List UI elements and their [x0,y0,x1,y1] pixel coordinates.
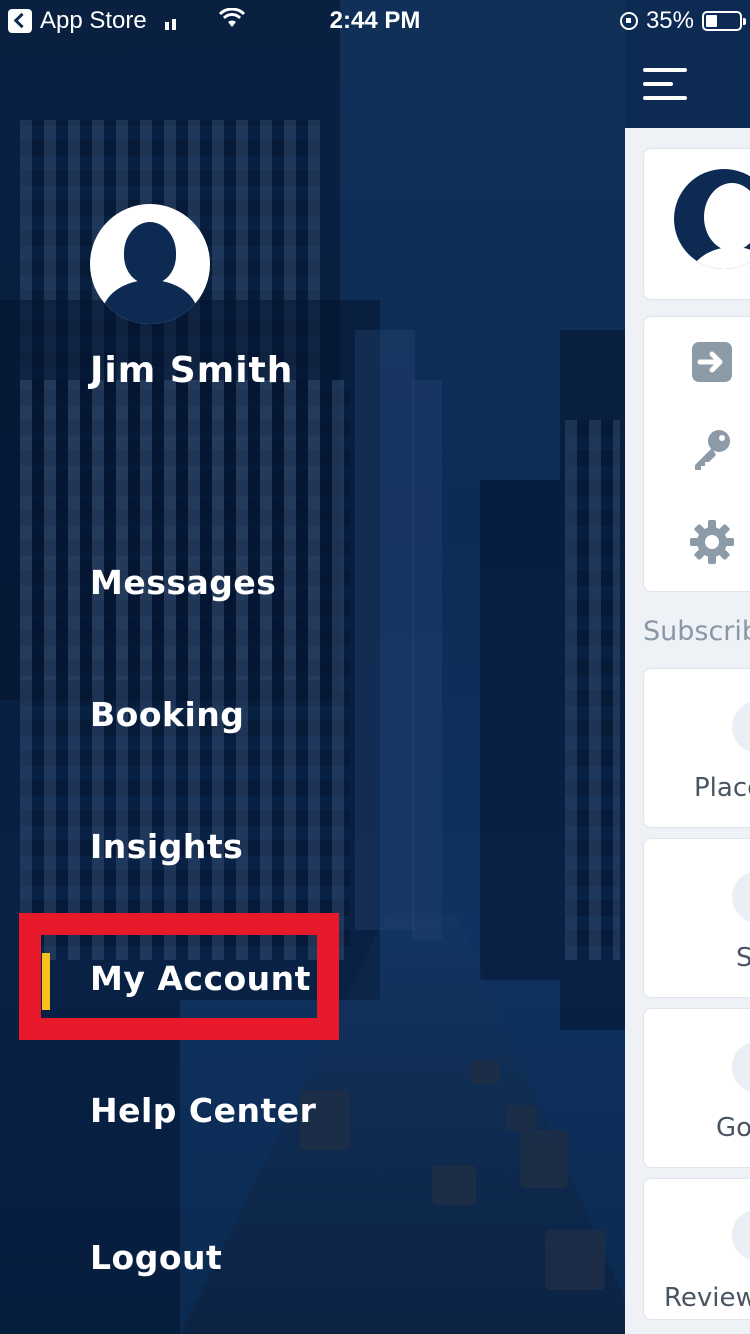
menu-item-help-center[interactable]: Help Center [90,1091,316,1130]
key-icon[interactable] [689,427,735,473]
service-card-place[interactable]: Place [643,668,750,828]
service-icon [732,1041,750,1093]
active-indicator [42,953,50,1010]
service-label: S [736,943,750,973]
navigation-drawer: Jim Smith Messages Booking Insights My A… [0,0,625,1334]
service-label: Go [716,1113,750,1143]
profile-card[interactable] [643,148,750,300]
account-actions-card [643,316,750,592]
service-label: Place [694,773,750,803]
menu-item-my-account[interactable]: My Account [90,959,311,998]
gear-icon[interactable] [689,519,735,565]
menu-item-logout[interactable]: Logout [90,1238,222,1277]
user-name: Jim Smith [90,350,294,391]
hamburger-icon[interactable] [643,68,687,100]
status-bar: App Store 2:44 PM 35% [0,0,750,42]
rotation-lock-icon [619,12,638,30]
menu-item-insights[interactable]: Insights [90,827,243,866]
service-icon [732,871,750,923]
service-card-review[interactable]: Review [643,1178,750,1320]
service-card-go[interactable]: Go [643,1008,750,1168]
service-icon [732,701,750,753]
battery-icon [702,11,746,31]
main-screen-peek[interactable]: Subscrib Place S Go Review [625,0,750,1334]
subscriptions-heading: Subscrib [643,616,750,647]
avatar-icon [124,222,176,284]
avatar[interactable] [90,204,210,324]
menu-item-messages[interactable]: Messages [90,563,276,602]
service-card-s[interactable]: S [643,838,750,998]
avatar-icon [674,169,750,269]
menu-item-booking[interactable]: Booking [90,695,244,734]
service-icon [732,1209,750,1261]
login-icon[interactable] [689,339,735,385]
battery-percent: 35% [645,7,694,34]
service-label: Review [664,1283,750,1313]
